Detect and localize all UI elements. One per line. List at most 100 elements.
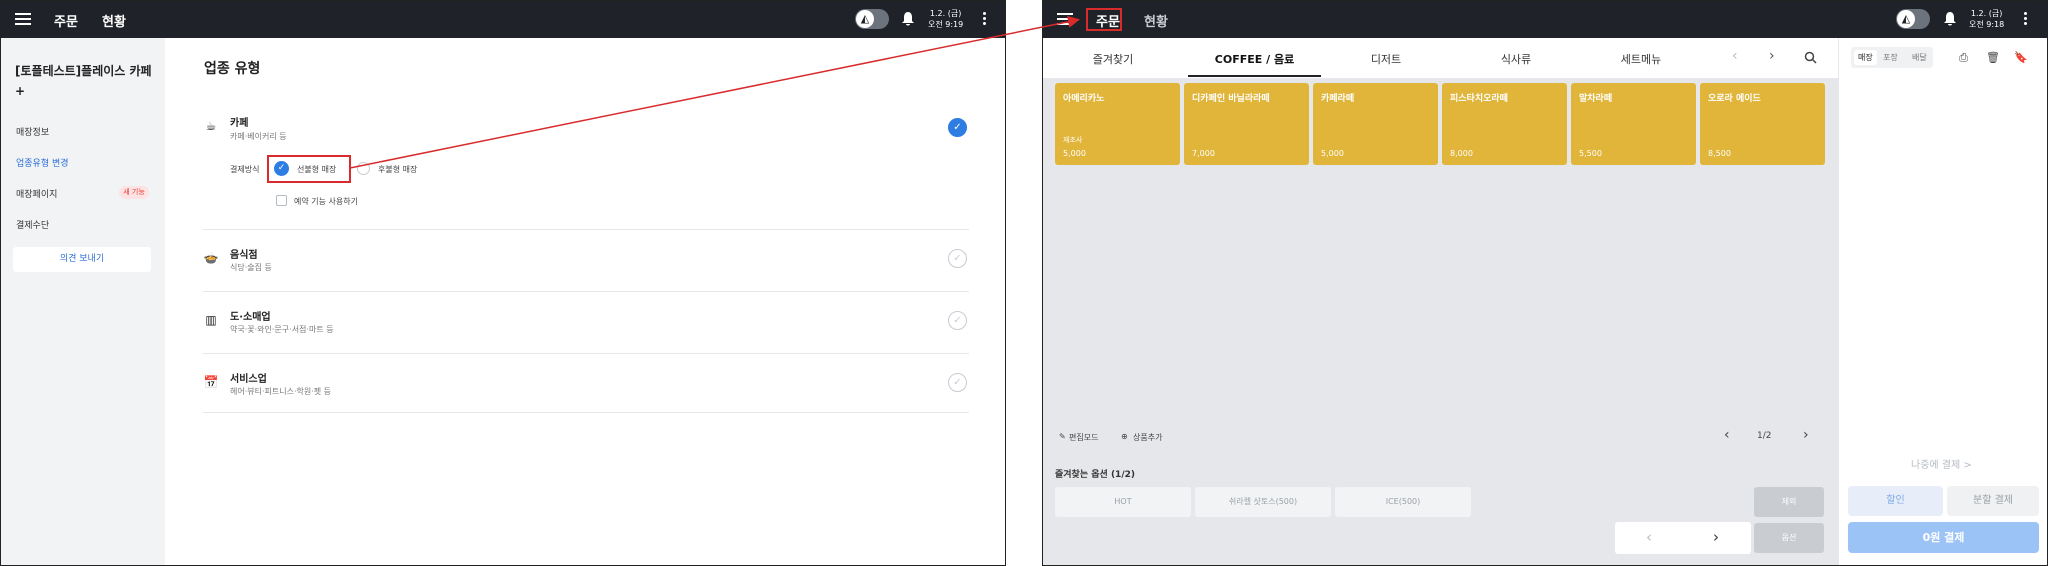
- bell-icon[interactable]: [1943, 11, 1957, 27]
- option-button[interactable]: ICE(500): [1335, 487, 1471, 517]
- menu-price: 7,000: [1192, 149, 1215, 158]
- tab-meal[interactable]: 식사류: [1451, 51, 1581, 67]
- chevron-right-icon[interactable]: ›: [1803, 427, 1809, 443]
- sidebar-item-payment-method[interactable]: 결제수단: [16, 218, 49, 231]
- order-type-dine-in[interactable]: 매장: [1854, 50, 1877, 65]
- calendar-icon: 📅: [203, 375, 219, 389]
- menu-card[interactable]: 피스타치오라떼 8,000: [1442, 83, 1567, 165]
- nav-status[interactable]: 현황: [102, 11, 126, 30]
- pay-button[interactable]: 0원 결제: [1848, 522, 2039, 553]
- business-type-service[interactable]: 📅 서비스업 헤어·뷰티·피트니스·학원·펫 등 ✓: [203, 354, 969, 413]
- time-text: 오전 9:18: [1969, 20, 2005, 29]
- discount-button[interactable]: 할인: [1848, 486, 1943, 516]
- sidebar-item-store-page[interactable]: 매장페이지: [16, 187, 57, 200]
- highlight-box: [267, 155, 351, 183]
- add-item-button[interactable]: 상품추가: [1133, 432, 1162, 443]
- tab-dessert[interactable]: 디저트: [1321, 51, 1451, 67]
- datetime: 1.2. (금) 오전 9:18: [1969, 8, 2004, 30]
- unselected-check-icon[interactable]: ✓: [948, 373, 967, 392]
- postpay-label[interactable]: 후불형 매장: [378, 164, 417, 175]
- business-type-retail[interactable]: ▥ 도·소매업 약국·꽃·와인·문구·서점·마트 등 ✓: [203, 292, 969, 354]
- menu-price: 8,500: [1708, 149, 1731, 158]
- unselected-check-icon[interactable]: ✓: [948, 311, 967, 330]
- trash-icon[interactable]: 🗑: [1986, 51, 2000, 64]
- menu-price: 5,000: [1321, 149, 1344, 158]
- nav-order[interactable]: 주문: [54, 11, 78, 30]
- order-type-takeout[interactable]: 포장: [1883, 52, 1898, 63]
- delete-button[interactable]: 제외: [1754, 487, 1824, 517]
- menu-card[interactable]: 카페라떼 5,000: [1313, 83, 1438, 165]
- feedback-button[interactable]: 의견 보내기: [13, 247, 151, 272]
- more-icon[interactable]: [983, 12, 987, 26]
- menu-price: 5,500: [1579, 149, 1602, 158]
- tab-coffee[interactable]: COFFEE / 음료: [1188, 51, 1321, 67]
- option-button[interactable]: HOT: [1055, 487, 1191, 517]
- menu-name: 카페라떼: [1321, 94, 1355, 104]
- chevron-right-icon[interactable]: ›: [1769, 48, 1775, 64]
- dish-icon: 🍲: [203, 251, 219, 265]
- cart-panel: 매장 포장 배달 ⎙ 🗑 🔖 나중에 결제 > 할인 분할 결제 0원 결제: [1838, 38, 2047, 565]
- category-tabs: 즐겨찾기 COFFEE / 음료 디저트 식사류 세트메뉴 ‹ ›: [1043, 38, 1838, 78]
- menu-card[interactable]: 오로라 에이드 8,500: [1700, 83, 1825, 165]
- split-pay-button[interactable]: 분할 결제: [1947, 486, 2039, 516]
- chevron-right-icon[interactable]: ›: [1713, 528, 1719, 546]
- bookmark-icon[interactable]: 🔖: [2014, 51, 2028, 64]
- right-screen: 주문 현황 ◭ 1.2. (금) 오전 9:18 즐겨찾기 COFFEE / 음…: [1042, 0, 2048, 566]
- order-type-delivery[interactable]: 배달: [1912, 52, 1927, 63]
- menu-card[interactable]: 아메리카노 재조사 5,000: [1055, 83, 1180, 165]
- hamburger-menu-icon[interactable]: [15, 11, 31, 27]
- selected-check-icon[interactable]: ✓: [948, 118, 967, 137]
- business-type-title: 도·소매업: [230, 312, 271, 323]
- option-button[interactable]: 쉬라켈 샷토스(500): [1195, 487, 1331, 517]
- order-type-selector: 매장 포장 배달: [1851, 47, 1933, 68]
- coffee-cup-icon: ☕: [205, 119, 217, 133]
- business-type-desc: 약국·꽃·와인·문구·서점·마트 등: [230, 325, 334, 334]
- mode-toggle[interactable]: ◭: [1896, 9, 1930, 29]
- business-type-desc: 식당·술집 등: [230, 263, 272, 272]
- nav-status[interactable]: 현황: [1144, 11, 1168, 30]
- left-screen: 주문 현황 ◭ 1.2. (금) 오전 9:19 [토플테스트]플레이스 카페+…: [0, 0, 1006, 566]
- search-icon[interactable]: [1804, 51, 1817, 64]
- chevron-left-icon[interactable]: ‹: [1646, 528, 1652, 546]
- business-type-restaurant[interactable]: 🍲 음식점 식당·술집 등 ✓: [203, 230, 969, 292]
- highlight-box: [1086, 8, 1122, 31]
- date-text: 1.2. (금): [929, 9, 962, 18]
- sidebar-item-business-type[interactable]: 업종유형 변경: [16, 156, 69, 169]
- menu-price: 8,000: [1450, 149, 1473, 158]
- business-type-title: 음식점: [230, 250, 258, 261]
- menu-card[interactable]: 말차라떼 5,500: [1571, 83, 1696, 165]
- chevron-left-icon[interactable]: ‹: [1724, 427, 1730, 443]
- menu-name: 아메리카노: [1063, 94, 1105, 104]
- mode-toggle[interactable]: ◭: [855, 9, 889, 29]
- pencil-icon[interactable]: ✎: [1059, 432, 1066, 441]
- business-type-title: 카페: [230, 118, 249, 129]
- reservation-label[interactable]: 예약 기능 사용하기: [294, 196, 358, 207]
- top-bar: 주문 현황 ◭ 1.2. (금) 오전 9:18: [1043, 1, 2047, 38]
- menu-card[interactable]: 디카페인 바닐라라떼 7,000: [1184, 83, 1309, 165]
- pay-later-link[interactable]: 나중에 결제 >: [1911, 456, 1972, 471]
- sidebar-item-store-info[interactable]: 매장정보: [16, 125, 49, 138]
- postpay-radio[interactable]: [357, 162, 370, 175]
- top-bar: 주문 현황 ◭ 1.2. (금) 오전 9:19: [1, 1, 1005, 38]
- chevron-left-icon[interactable]: ‹: [1732, 48, 1738, 64]
- reservation-checkbox[interactable]: [276, 195, 287, 206]
- option-submit-button[interactable]: 옵션: [1754, 523, 1824, 553]
- menu-name: 오로라 에이드: [1708, 94, 1761, 104]
- more-icon[interactable]: [2024, 12, 2028, 26]
- edit-mode-button[interactable]: 편집모드: [1069, 432, 1098, 443]
- unselected-check-icon[interactable]: ✓: [948, 249, 967, 268]
- menu-name: 말차라떼: [1579, 94, 1613, 104]
- hamburger-menu-icon[interactable]: [1057, 11, 1073, 27]
- menu-name: 디카페인 바닐라라떼: [1192, 94, 1270, 104]
- business-type-title: 서비스업: [230, 374, 267, 385]
- barcode-icon: ▥: [205, 313, 217, 327]
- tab-set-menu[interactable]: 세트메뉴: [1581, 51, 1701, 67]
- date-text: 1.2. (금): [1970, 9, 2003, 18]
- menu-price: 5,000: [1063, 149, 1086, 158]
- plus-circle-icon[interactable]: ⊕: [1121, 432, 1128, 441]
- printer-icon[interactable]: ⎙: [1957, 51, 1970, 64]
- tab-favorites[interactable]: 즐겨찾기: [1053, 51, 1173, 67]
- menu-name: 피스타치오라떼: [1450, 94, 1508, 104]
- bell-icon[interactable]: [901, 11, 915, 27]
- payment-method-label: 결제방식: [230, 165, 260, 174]
